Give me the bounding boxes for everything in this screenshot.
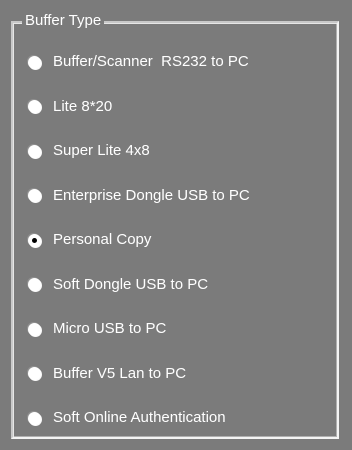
groupbox-title: Buffer Type xyxy=(22,11,105,31)
radio-button[interactable] xyxy=(28,144,41,158)
radio-option-personal-copy[interactable]: Personal Copy xyxy=(28,218,328,263)
radio-label[interactable]: Enterprise Dongle USB to PC xyxy=(53,187,250,205)
radio-button[interactable] xyxy=(28,322,41,336)
radio-option-buffer-v5-lan[interactable]: Buffer V5 Lan to PC xyxy=(28,352,328,397)
buffer-type-dialog: Buffer Type Buffer/Scanner RS232 to PC L… xyxy=(0,0,352,450)
radio-label[interactable]: Personal Copy xyxy=(53,231,151,249)
radio-option-buffer-scanner-rs232[interactable]: Buffer/Scanner RS232 to PC xyxy=(28,40,328,85)
radio-label[interactable]: Lite 8*20 xyxy=(53,98,112,116)
radio-option-soft-dongle-usb[interactable]: Soft Dongle USB to PC xyxy=(28,263,328,308)
radio-button[interactable] xyxy=(28,411,41,425)
buffer-type-radio-group: Buffer/Scanner RS232 to PC Lite 8*20 Sup… xyxy=(28,40,328,441)
radio-button[interactable] xyxy=(28,100,41,114)
radio-button[interactable] xyxy=(28,278,41,292)
radio-button[interactable] xyxy=(28,233,41,247)
radio-label[interactable]: Soft Online Authentication xyxy=(53,409,226,427)
radio-option-enterprise-dongle-usb[interactable]: Enterprise Dongle USB to PC xyxy=(28,174,328,219)
radio-option-super-lite-4x8[interactable]: Super Lite 4x8 xyxy=(28,129,328,174)
radio-label[interactable]: Buffer V5 Lan to PC xyxy=(53,365,186,383)
radio-label[interactable]: Micro USB to PC xyxy=(53,320,166,338)
radio-label[interactable]: Soft Dongle USB to PC xyxy=(53,276,208,294)
radio-label[interactable]: Super Lite 4x8 xyxy=(53,142,150,160)
radio-button[interactable] xyxy=(28,55,41,69)
radio-selected-dot xyxy=(32,237,37,243)
radio-option-lite-8x20[interactable]: Lite 8*20 xyxy=(28,85,328,130)
radio-button[interactable] xyxy=(28,189,41,203)
radio-button[interactable] xyxy=(28,367,41,381)
radio-label[interactable]: Buffer/Scanner RS232 to PC xyxy=(53,53,249,71)
radio-option-micro-usb[interactable]: Micro USB to PC xyxy=(28,307,328,352)
radio-option-soft-online-authentication[interactable]: Soft Online Authentication xyxy=(28,396,328,441)
